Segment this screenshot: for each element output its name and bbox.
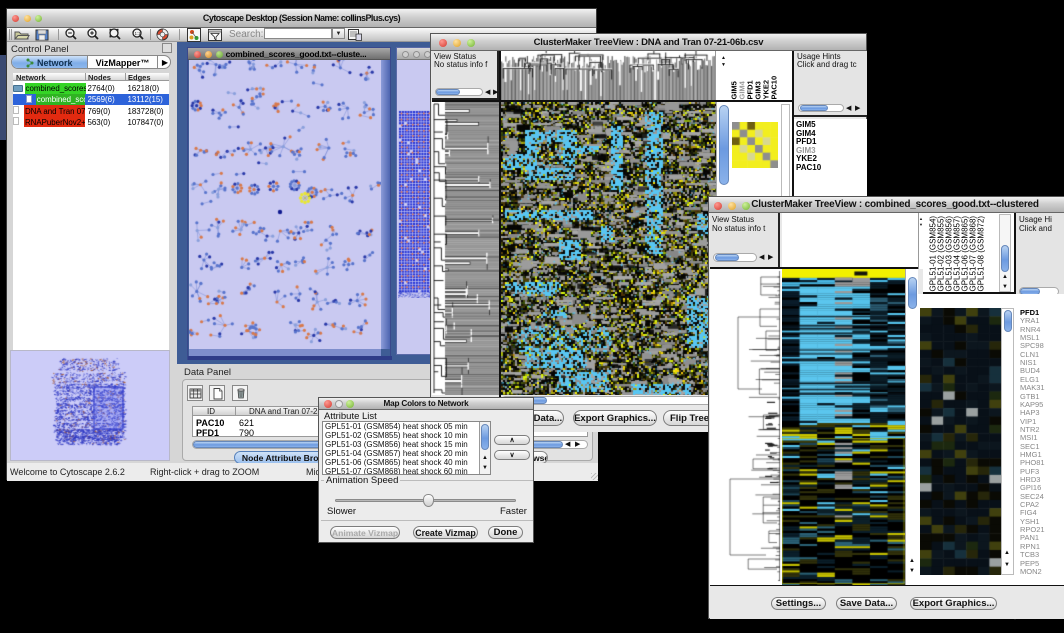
svg-text:1:1: 1:1 bbox=[135, 31, 141, 36]
